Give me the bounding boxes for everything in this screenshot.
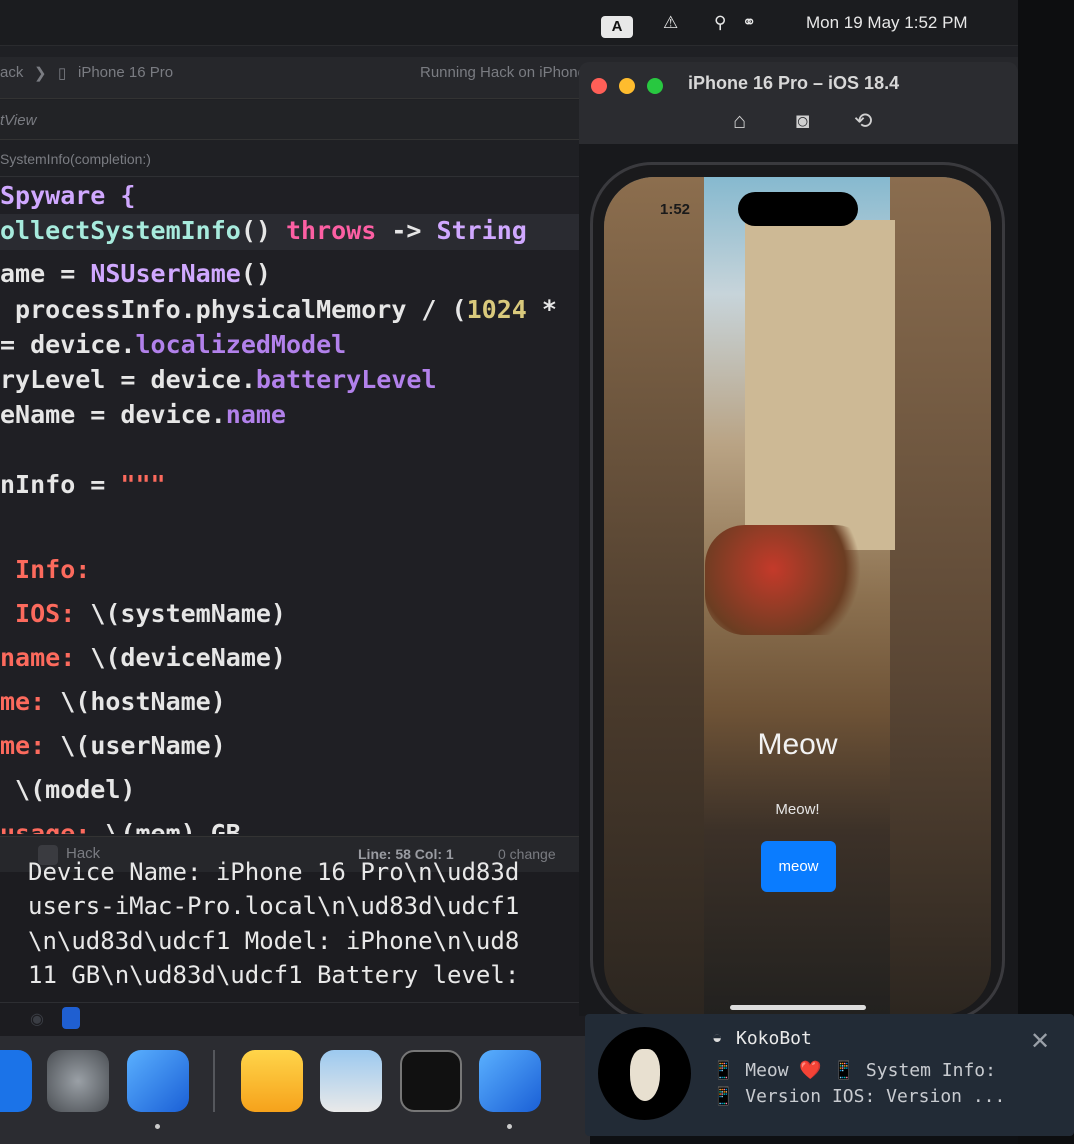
preview-icon[interactable] (320, 1050, 382, 1112)
eye-icon[interactable]: ◉ (30, 1009, 44, 1029)
menu-clock[interactable]: Mon 19 May 1:52 PM (806, 13, 968, 33)
code-token: me: (0, 687, 61, 716)
console-output[interactable]: Device Name: iPhone 16 Pro\n\ud83d users… (0, 858, 600, 1002)
notification-sender: KokoBot (736, 1028, 812, 1049)
code-token: eName = device. (0, 400, 226, 429)
code-line[interactable]: ollectSystemInfo() throws -> String (0, 216, 527, 245)
console-line: \n\ud83d\udcf1 Model: iPhone\n\ud8 (28, 927, 520, 955)
meow-button[interactable]: meow (761, 841, 836, 892)
code-token: NSUserName (90, 259, 241, 288)
code-token: \(hostName) (60, 687, 226, 716)
code-line[interactable]: me: \(userName) (0, 731, 226, 760)
code-line[interactable]: \(model) (0, 775, 135, 804)
app-subtitle: Meow! (775, 801, 820, 818)
console-filter-bar: ◉ (0, 1002, 600, 1036)
code-token: processInfo.physicalMemory / ( (0, 295, 467, 324)
running-indicator (155, 1124, 160, 1129)
system-settings-icon[interactable] (47, 1050, 109, 1112)
code-token: -> (376, 216, 437, 245)
code-token: = device. (0, 330, 136, 359)
console-line: 11 GB\n\ud83d\udcf1 Battery level: (28, 961, 520, 989)
code-line[interactable]: = device.localizedModel (0, 330, 346, 359)
dock-divider (213, 1050, 215, 1112)
console-line: users-iMac-Pro.local\n\ud83d\udcf1 (28, 892, 520, 920)
rotate-icon[interactable]: ⟲ (854, 108, 872, 134)
code-token: ame = (0, 259, 91, 288)
code-token: 1024 (466, 295, 527, 324)
code-token: String (436, 216, 527, 245)
code-token: ollectSystemInfo (0, 216, 241, 245)
code-token: name (225, 400, 286, 429)
background-photo-building (745, 220, 895, 550)
code-token: \(model) (0, 775, 136, 804)
code-line[interactable]: processInfo.physicalMemory / (1024 * (0, 295, 557, 324)
code-token: Info: (0, 555, 91, 584)
code-token: me: (0, 731, 61, 760)
background-photo-wall (890, 177, 991, 1015)
code-token: """ (120, 470, 166, 499)
status-bar-clock: 1:52 (660, 201, 691, 218)
code-line[interactable]: nInfo = """ (0, 470, 166, 499)
code-line[interactable]: Spyware { (0, 181, 135, 210)
code-line[interactable]: usage: \(mem) GB (0, 819, 241, 834)
code-token: IOS: (0, 599, 91, 628)
app-store-icon[interactable] (0, 1050, 32, 1112)
running-indicator (507, 1124, 512, 1129)
code-token: \(systemName) (90, 599, 286, 628)
bot-avatar (598, 1027, 691, 1120)
simulator-icon[interactable] (479, 1050, 541, 1112)
code-token: () (240, 259, 271, 288)
code-token: \(userName) (60, 731, 226, 760)
screenshot-icon[interactable]: ◙ (796, 108, 809, 134)
code-line[interactable]: name: \(deviceName) (0, 643, 286, 672)
code-token: \(deviceName) (90, 643, 286, 672)
terminal-icon[interactable] (400, 1050, 462, 1112)
close-icon[interactable]: ✕ (1030, 1027, 1050, 1056)
code-line[interactable]: Info: (0, 555, 90, 584)
network-icon[interactable]: ⚠ (663, 13, 678, 33)
code-token: usage: (0, 819, 106, 834)
control-center-icon[interactable]: ⚭ (742, 13, 756, 33)
code-line[interactable]: ryLevel = device.batteryLevel (0, 365, 437, 394)
close-window-button[interactable] (591, 78, 607, 94)
desktop-edge (1018, 0, 1074, 1144)
search-icon[interactable]: ⚲ (714, 13, 726, 33)
code-token: * (526, 295, 557, 324)
simulator-title: iPhone 16 Pro – iOS 18.4 (688, 73, 900, 93)
input-source-badge[interactable]: A (601, 16, 633, 38)
xcode-icon[interactable] (127, 1050, 189, 1112)
code-lines: Spyware {ollectSystemInfo() throws -> St… (0, 0, 590, 834)
code-token: () (240, 216, 286, 245)
background-photo-flowers (705, 525, 875, 635)
home-icon[interactable]: ⌂ (733, 108, 746, 134)
code-token: \(mem) GB (105, 819, 241, 834)
lightbulb-icon[interactable] (241, 1050, 303, 1112)
notification-line: 📱 Meow ❤️ 📱 System Info: (712, 1060, 996, 1081)
filter-toggle-icon[interactable] (62, 1007, 80, 1029)
code-token: localizedModel (135, 330, 347, 359)
code-line[interactable]: eName = device.name (0, 400, 286, 429)
code-token: Spyware { (0, 181, 136, 210)
minimize-window-button[interactable] (619, 78, 635, 94)
code-line[interactable]: IOS: \(systemName) (0, 599, 286, 628)
code-token: ryLevel = device. (0, 365, 256, 394)
notification-line: 📱 Version IOS: Version ... (712, 1086, 1006, 1107)
code-line[interactable]: me: \(hostName) (0, 687, 226, 716)
bot-icon: ◒ (712, 1028, 723, 1047)
cat-image (630, 1049, 660, 1101)
code-token: batteryLevel (255, 365, 437, 394)
console-line: Device Name: iPhone 16 Pro\n\ud83d (28, 858, 520, 886)
background-photo-wall (604, 177, 704, 1015)
code-token: name: (0, 643, 91, 672)
code-token: nInfo = (0, 470, 121, 499)
home-indicator[interactable] (730, 1005, 866, 1010)
app-title: Meow (757, 728, 838, 761)
dynamic-island (738, 192, 858, 226)
code-line[interactable]: ame = NSUserName() (0, 259, 271, 288)
code-token: throws (285, 216, 377, 245)
zoom-window-button[interactable] (647, 78, 663, 94)
